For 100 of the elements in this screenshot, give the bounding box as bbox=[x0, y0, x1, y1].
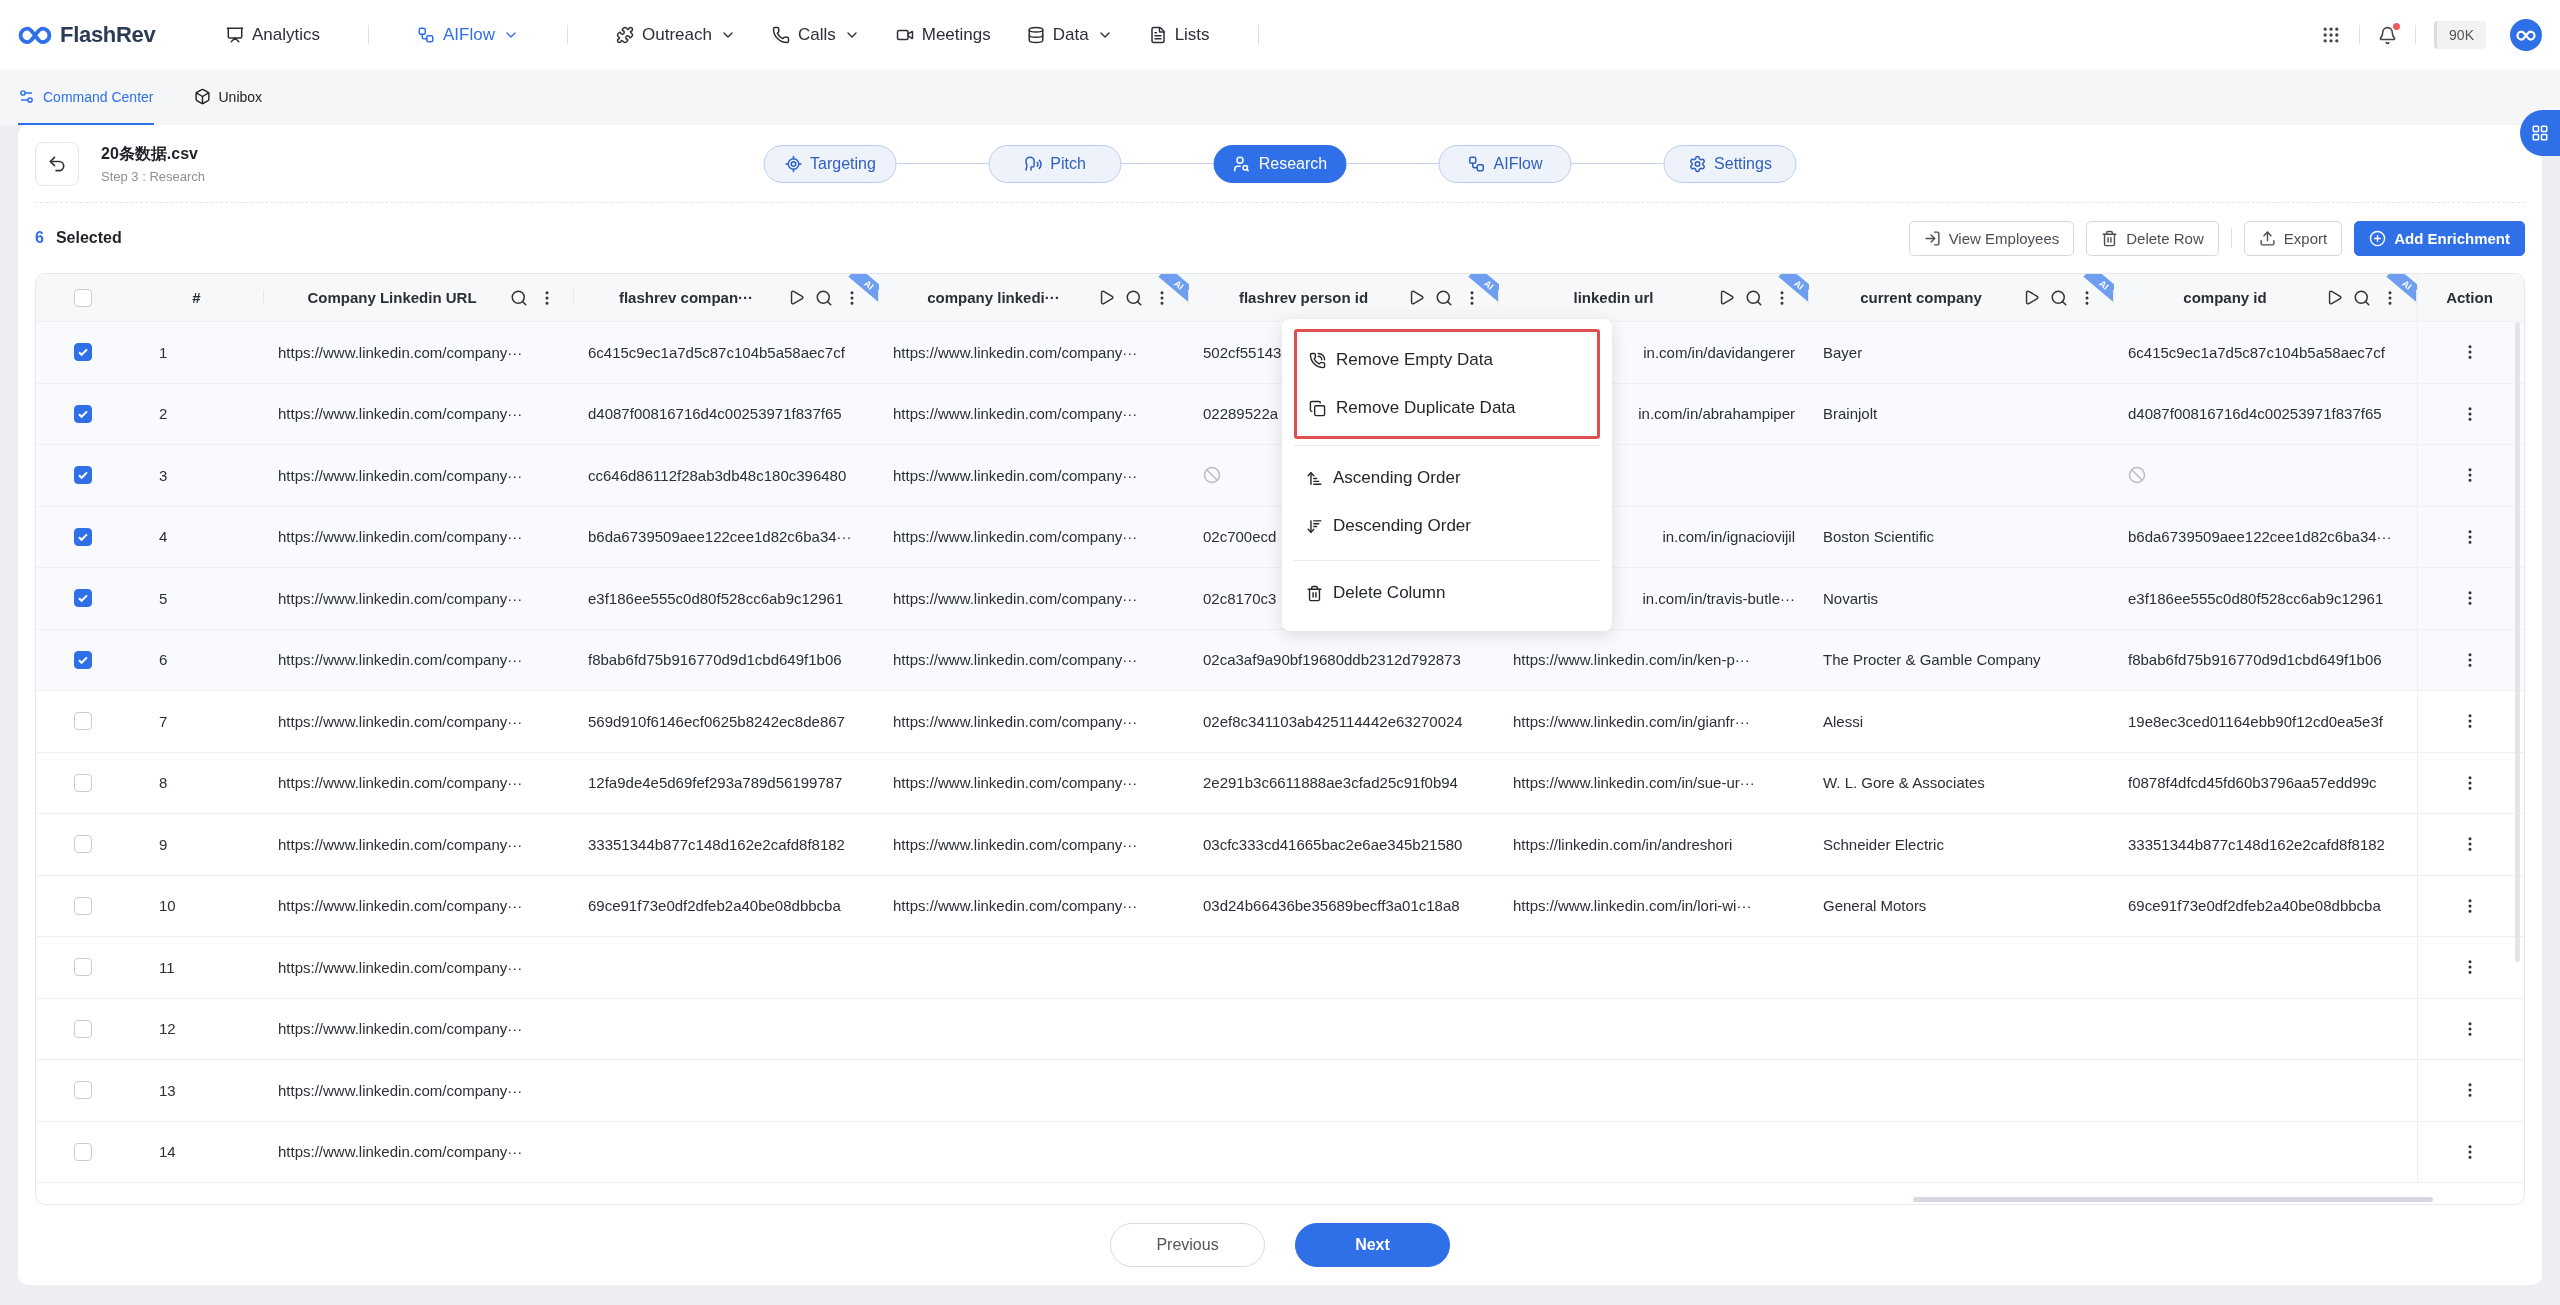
table-cell: https://www.linkedin.com/company··· bbox=[278, 651, 523, 669]
play-icon[interactable] bbox=[1718, 289, 1735, 306]
search-icon[interactable] bbox=[1745, 288, 1763, 307]
step-subtitle: Step 3 : Research bbox=[101, 168, 206, 184]
checkbox[interactable] bbox=[73, 1019, 92, 1038]
credits-badge: 90K bbox=[2434, 21, 2486, 49]
enter-icon bbox=[1923, 229, 1941, 247]
target-icon bbox=[784, 154, 803, 173]
checkbox[interactable] bbox=[73, 1081, 92, 1100]
row-number: 2 bbox=[159, 405, 168, 423]
avatar[interactable] bbox=[2510, 19, 2542, 51]
scrollbar[interactable] bbox=[2515, 322, 2520, 962]
phone-icon bbox=[771, 26, 790, 44]
selected-label: Selected bbox=[55, 229, 122, 247]
sort-ascending-icon bbox=[1306, 469, 1323, 487]
checkbox[interactable] bbox=[73, 343, 92, 362]
scrollbar[interactable] bbox=[1913, 1197, 2433, 1202]
table-cell: https://www.linkedin.com/company··· bbox=[893, 405, 1138, 423]
step-pill[interactable]: Pitch bbox=[988, 144, 1122, 183]
row-number: 9 bbox=[159, 835, 168, 853]
search-icon[interactable] bbox=[1125, 288, 1143, 307]
nav-item[interactable]: Calls bbox=[753, 15, 878, 55]
table-cell: https://www.linkedin.com/in/ken-p··· bbox=[1513, 651, 1750, 669]
menu-item[interactable]: Descending Order bbox=[1294, 502, 1600, 550]
checkbox[interactable] bbox=[73, 773, 92, 792]
table-cell: https://www.linkedin.com/company··· bbox=[893, 528, 1138, 546]
user-search-icon bbox=[1232, 154, 1251, 173]
nav-item[interactable]: Analytics bbox=[208, 15, 339, 55]
table-cell: 6c415c9ec1a7d5c87c104b5a58aec7cf bbox=[2128, 343, 2385, 361]
page-button[interactable]: Next bbox=[1295, 1223, 1450, 1267]
page-button[interactable]: Previous bbox=[1110, 1223, 1265, 1267]
table-cell: cc646d86112f28ab3db48c180c396480 bbox=[588, 466, 847, 484]
menu-item[interactable]: Remove Empty Data bbox=[1297, 336, 1597, 384]
table-cell: https://www.linkedin.com/company··· bbox=[893, 343, 1138, 361]
play-icon[interactable] bbox=[2023, 289, 2040, 306]
back-button[interactable] bbox=[35, 141, 79, 186]
search-icon[interactable] bbox=[2353, 288, 2371, 307]
checkbox[interactable] bbox=[73, 712, 92, 731]
search-icon[interactable] bbox=[2050, 288, 2068, 307]
search-icon[interactable] bbox=[1435, 288, 1453, 307]
checkbox[interactable] bbox=[73, 589, 92, 608]
table-cell: https://www.linkedin.com/company··· bbox=[278, 1143, 523, 1161]
row-number: 11 bbox=[159, 958, 175, 976]
column-header: # bbox=[191, 289, 202, 306]
table-cell: https://www.linkedin.com/company··· bbox=[278, 958, 523, 976]
nav-item[interactable]: Lists bbox=[1130, 15, 1228, 55]
table-cell: 03d24b66436be35689becff3a01c18a8 bbox=[1203, 897, 1460, 915]
table-cell: 19e8ec3ced01164ebb90f12cd0ea5e3f bbox=[2128, 712, 2383, 730]
menu-item[interactable]: Delete Column bbox=[1294, 569, 1600, 617]
nav-item[interactable]: Meetings bbox=[877, 15, 1009, 55]
sliders-icon bbox=[18, 88, 35, 105]
table-cell: https://www.linkedin.com/company··· bbox=[893, 712, 1138, 730]
action-button[interactable]: Export bbox=[2243, 220, 2343, 256]
checkbox[interactable] bbox=[73, 896, 92, 915]
action-button[interactable]: Delete Row bbox=[2086, 220, 2219, 256]
table-cell: 33351344b877c148d162e2cafd8f8182 bbox=[588, 835, 845, 853]
play-icon[interactable] bbox=[2326, 289, 2343, 306]
table-cell: e3f186ee555c0d80f528cc6ab9c12961 bbox=[588, 589, 844, 607]
step-pill[interactable]: AIFlow bbox=[1438, 144, 1572, 183]
file-title: 20条数据.csv bbox=[101, 143, 199, 164]
row-number: 6 bbox=[159, 651, 168, 669]
play-icon[interactable] bbox=[1098, 289, 1115, 306]
table-cell: d4087f00816716d4c00253971f837f65 bbox=[588, 405, 842, 423]
bell-icon[interactable] bbox=[2378, 25, 2398, 45]
menu-item[interactable]: Ascending Order bbox=[1294, 454, 1600, 502]
step-pill[interactable]: Targeting bbox=[763, 144, 897, 183]
play-icon[interactable] bbox=[788, 289, 805, 306]
checkbox[interactable] bbox=[73, 958, 92, 977]
step-pill[interactable]: Research bbox=[1213, 144, 1347, 183]
table-cell: 569d910f6146ecf0625b8242ec8de867 bbox=[588, 712, 845, 730]
action-button[interactable]: View Employees bbox=[1908, 220, 2075, 256]
logo-icon bbox=[2516, 29, 2536, 41]
search-icon[interactable] bbox=[510, 288, 528, 307]
checkbox[interactable] bbox=[73, 835, 92, 854]
checkbox[interactable] bbox=[73, 650, 92, 669]
menu-item[interactable]: Remove Duplicate Data bbox=[1297, 384, 1597, 432]
checkbox[interactable] bbox=[73, 466, 92, 485]
nav-item[interactable]: Outreach bbox=[598, 15, 754, 55]
checkbox[interactable] bbox=[73, 288, 92, 307]
search-icon[interactable] bbox=[815, 288, 833, 307]
table-cell: https://www.linkedin.com/company··· bbox=[278, 712, 523, 730]
checkbox[interactable] bbox=[73, 404, 92, 423]
action-button[interactable]: Add Enrichment bbox=[2354, 220, 2525, 256]
table-cell: https://www.linkedin.com/company··· bbox=[278, 1020, 523, 1038]
sub-tab[interactable]: Unibox bbox=[193, 70, 263, 125]
cube-icon bbox=[193, 88, 211, 105]
play-icon[interactable] bbox=[1408, 289, 1425, 306]
step-pill[interactable]: Settings bbox=[1663, 144, 1797, 183]
table-cell: in.com/in/ignaciovijil bbox=[1662, 528, 1795, 546]
table-cell: 02c8170c3 bbox=[1203, 589, 1277, 607]
checkbox[interactable] bbox=[73, 527, 92, 546]
nav-item[interactable]: AIFlow bbox=[399, 15, 537, 55]
trash-icon bbox=[2101, 229, 2119, 247]
table-cell: https://www.linkedin.com/company··· bbox=[278, 835, 523, 853]
table-cell: in.com/in/abrahampiper bbox=[1638, 405, 1795, 423]
checkbox[interactable] bbox=[73, 1142, 92, 1161]
settings-icon bbox=[1688, 154, 1707, 173]
database-icon bbox=[1026, 26, 1045, 44]
table-cell: https://www.linkedin.com/company··· bbox=[893, 466, 1138, 484]
nav-item[interactable]: Data bbox=[1008, 15, 1131, 55]
